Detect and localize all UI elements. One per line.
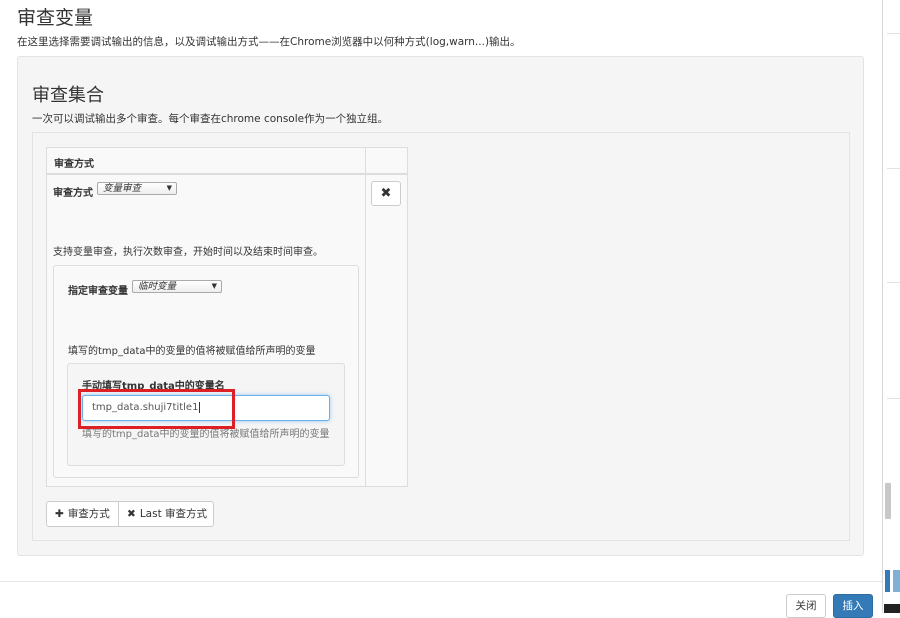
method-select[interactable]: 变量审查 ▼ xyxy=(97,182,177,195)
background-line xyxy=(887,168,900,169)
variable-label: 指定审查变量 xyxy=(68,286,128,297)
modal-dialog: 审查变量 在这里选择需要调试输出的信息，以及调试输出方式——在Chrome浏览器… xyxy=(0,0,882,618)
footer-divider xyxy=(0,581,882,582)
close-icon: ✖ xyxy=(380,186,392,201)
method-help: 支持变量审查，执行次数审查，开始时间以及结束时间审查。 xyxy=(53,247,323,258)
plus-icon: ✚ xyxy=(55,508,64,520)
add-method-button[interactable]: ✚ 审查方式 xyxy=(46,501,119,527)
dialog-description: 在这里选择需要调试输出的信息，以及调试输出方式——在Chrome浏览器中以何种方… xyxy=(17,36,521,48)
highlight-box xyxy=(78,389,235,429)
section-description: 一次可以调试输出多个审查。每个审查在chrome console作为一个独立组。 xyxy=(32,113,389,125)
insert-button[interactable]: 插入 xyxy=(833,594,873,618)
remove-last-button[interactable]: ✖ Last 审查方式 xyxy=(118,501,214,527)
caret-down-icon: ▼ xyxy=(166,184,172,192)
method-label: 审查方式 xyxy=(53,188,93,199)
table-header: 审查方式 xyxy=(47,148,365,175)
add-method-label: 审查方式 xyxy=(67,508,110,520)
background-line xyxy=(887,398,900,399)
caret-down-icon: ▼ xyxy=(211,282,217,290)
background-button-edge xyxy=(893,570,900,592)
close-button[interactable]: 关闭 xyxy=(786,594,826,618)
background-button-edge xyxy=(885,570,890,592)
remove-last-label: Last 审查方式 xyxy=(139,508,208,520)
table-header-actions xyxy=(365,148,407,175)
background-scroll-block xyxy=(885,483,891,519)
variable-help: 填写的tmp_data中的变量的值将被赋值给所声明的变量 xyxy=(68,346,316,357)
background-line xyxy=(887,33,900,34)
variable-select-value: 临时变量 xyxy=(138,281,177,292)
background-page xyxy=(882,0,900,613)
method-select-value: 变量审查 xyxy=(103,183,142,194)
background-dark-edge xyxy=(884,604,900,613)
table-header-label: 审查方式 xyxy=(54,159,94,170)
section-title: 审查集合 xyxy=(32,85,104,106)
close-icon: ✖ xyxy=(127,508,136,520)
dialog-title: 审查变量 xyxy=(17,7,94,29)
delete-row-button[interactable]: ✖ xyxy=(371,181,401,206)
background-line xyxy=(887,282,900,283)
table-divider xyxy=(365,175,366,486)
variable-select[interactable]: 临时变量 ▼ xyxy=(132,280,222,293)
